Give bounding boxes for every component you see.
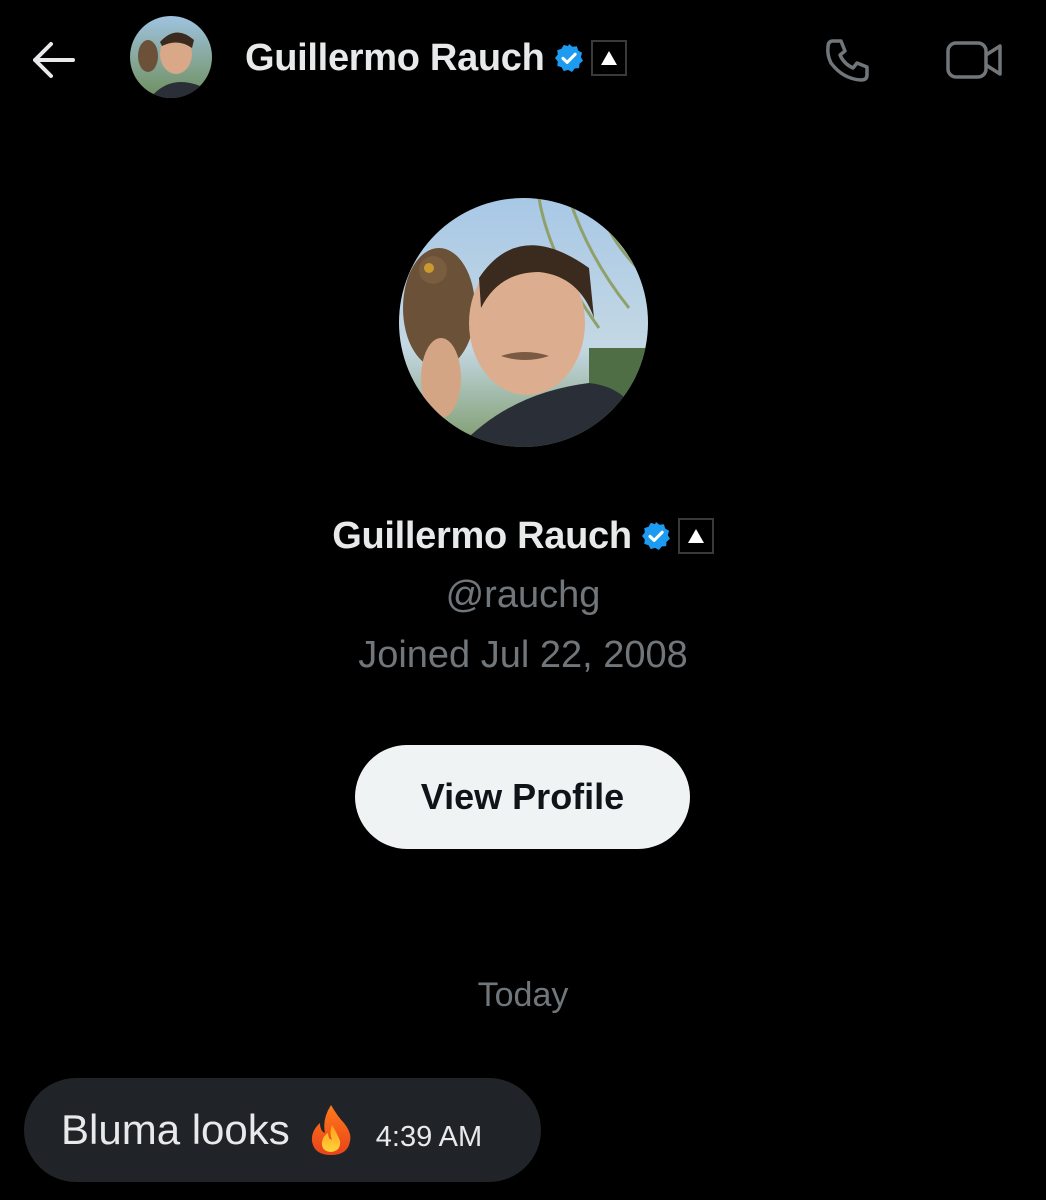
affiliate-triangle-icon [677,518,714,554]
fire-emoji-icon [308,1103,354,1157]
profile-joined-date: Joined Jul 22, 2008 [358,634,688,676]
header-avatar[interactable] [130,16,212,98]
arrow-left-icon [33,42,75,78]
conversation-header: Guillermo Rauch [0,0,1046,120]
message-text: Bluma looks [61,1106,290,1153]
call-button[interactable] [820,32,876,88]
avatar-image [399,198,648,447]
message-bubble[interactable]: Bluma looks 4:39 AM [24,1078,541,1182]
profile-name: Guillermo Rauch [332,514,632,557]
profile-handle: @rauchg [445,574,601,616]
verified-badge-icon [553,42,585,74]
header-title[interactable]: Guillermo Rauch [245,34,627,82]
view-profile-button[interactable]: View Profile [355,745,690,849]
header-name: Guillermo Rauch [245,36,545,79]
date-divider: Today [477,976,569,1014]
verified-badge-icon [640,520,672,552]
profile-avatar[interactable] [399,198,648,447]
phone-icon [826,39,869,82]
video-call-button[interactable] [942,32,1006,88]
avatar-image [130,16,212,98]
profile-name-row: Guillermo Rauch [0,510,1046,562]
back-button[interactable] [24,32,80,88]
message-timestamp: 4:39 AM [375,1120,483,1153]
affiliate-triangle-icon [590,40,627,76]
video-camera-icon [946,41,1002,79]
